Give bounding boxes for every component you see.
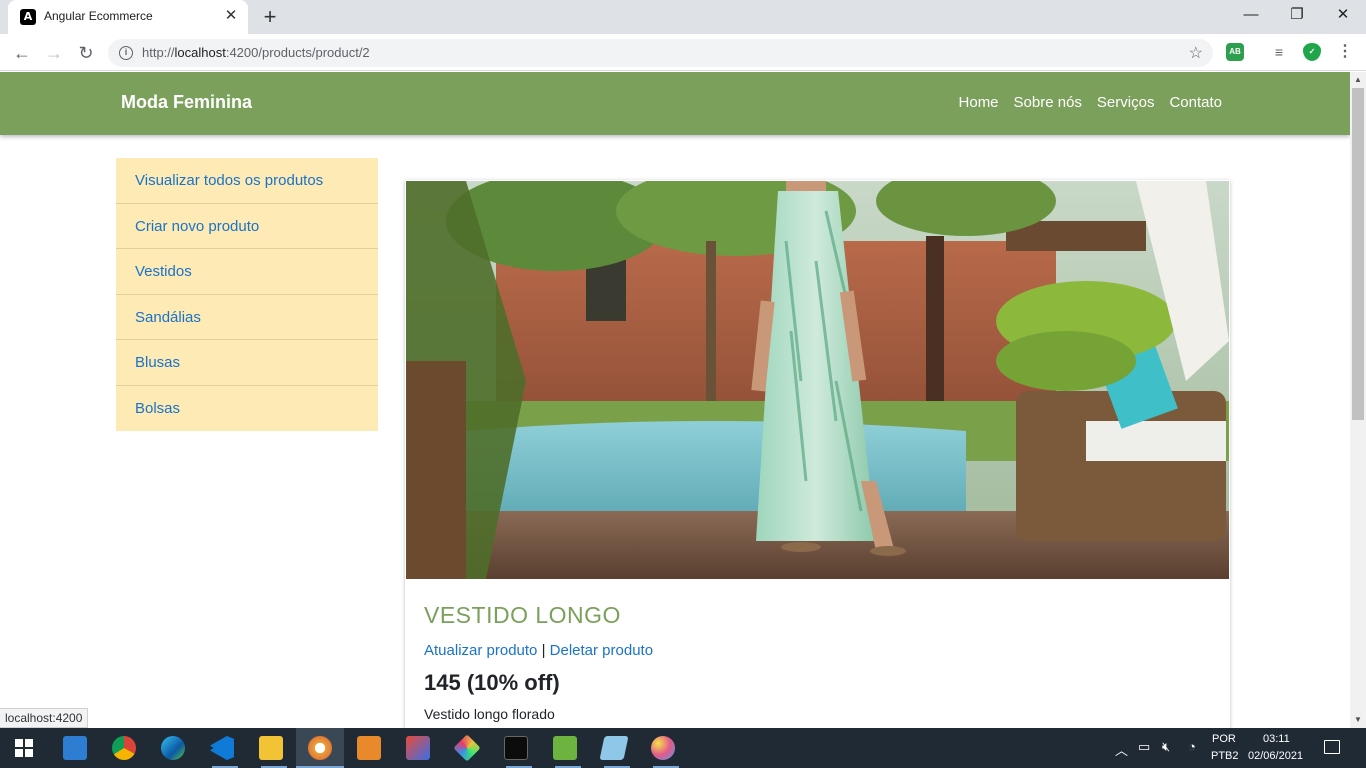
browser-tab[interactable]: A Angular Ecommerce ✕ — [8, 0, 248, 34]
browser-toolbar: ← → ↻ i http://localhost:4200/products/p… — [0, 34, 1366, 71]
close-tab-icon[interactable]: ✕ — [222, 7, 240, 25]
delete-product-link[interactable]: Deletar produto — [550, 642, 653, 659]
category-sidebar: Visualizar todos os produtos Criar novo … — [116, 158, 378, 431]
url-text[interactable]: http://localhost:4200/products/product/2 — [142, 45, 370, 60]
file-explorer-icon[interactable] — [259, 736, 283, 760]
media-control-icon[interactable]: ≡ — [1270, 43, 1288, 61]
scroll-up-icon[interactable]: ▲ — [1350, 72, 1366, 88]
maximize-button[interactable]: ❐ — [1274, 0, 1320, 30]
site-navbar: Moda Feminina Home Sobre nós Serviços Co… — [0, 72, 1350, 135]
notification-icon[interactable] — [1324, 740, 1340, 754]
info-icon[interactable]: i — [119, 46, 133, 60]
clock-date[interactable]: 02/06/2021 — [1248, 750, 1303, 762]
wifi-icon[interactable]: ◔ — [1188, 739, 1196, 754]
back-icon[interactable]: ← — [9, 40, 35, 66]
new-tab-button[interactable]: + — [258, 5, 282, 29]
screenshot-app-icon[interactable] — [63, 736, 87, 760]
edge-icon[interactable] — [161, 736, 185, 760]
vscode-icon[interactable] — [210, 736, 234, 760]
sidebar-item-all-products[interactable]: Visualizar todos os produtos — [116, 158, 378, 204]
product-image — [406, 181, 1229, 579]
windows-start-icon[interactable] — [14, 738, 34, 758]
notepad-plus-icon[interactable] — [553, 736, 577, 760]
product-description: Vestido longo florado — [424, 706, 555, 722]
page-scrollbar[interactable]: ▲ ▼ — [1350, 72, 1366, 728]
reload-icon[interactable]: ↻ — [73, 40, 99, 66]
sidebar-item-create-product[interactable]: Criar novo produto — [116, 204, 378, 249]
sidebar-item-blouses[interactable]: Blusas — [116, 340, 378, 386]
paint-icon[interactable] — [651, 736, 675, 760]
scroll-thumb[interactable] — [1352, 88, 1364, 420]
product-actions: Atualizar produto | Deletar produto — [424, 642, 653, 659]
product-card: VESTIDO LONGO Atualizar produto | Deleta… — [405, 180, 1230, 728]
nav-link-services[interactable]: Serviços — [1097, 94, 1155, 111]
product-price: 145 (10% off) — [424, 670, 560, 695]
sidebar-item-sandals[interactable]: Sandálias — [116, 295, 378, 340]
input-language[interactable]: POR — [1212, 733, 1236, 745]
nav-link-contact[interactable]: Contato — [1169, 94, 1222, 111]
sidebar-item-bags[interactable]: Bolsas — [116, 386, 378, 432]
tray-expand-icon[interactable]: ︿ — [1115, 740, 1128, 759]
clock-time[interactable]: 03:11 — [1263, 733, 1290, 745]
window-close-button[interactable]: ✕ — [1320, 0, 1366, 30]
keyboard-layout[interactable]: PTB2 — [1211, 750, 1239, 762]
chrome-icon[interactable] — [112, 736, 136, 760]
update-product-link[interactable]: Atualizar produto — [424, 642, 537, 659]
browser-app-icon[interactable] — [308, 736, 332, 760]
browser-tab-bar: A Angular Ecommerce ✕ + — ❐ ✕ — [0, 0, 1366, 34]
product-title: VESTIDO LONGO — [424, 602, 621, 628]
adblock-extension-icon[interactable]: AB — [1226, 43, 1244, 61]
git-tool-icon[interactable] — [406, 736, 430, 760]
shield-extension-icon[interactable]: ✓ — [1303, 43, 1321, 61]
actions-separator: | — [541, 642, 546, 659]
battery-icon[interactable]: ▭ — [1138, 739, 1150, 755]
angular-icon: A — [20, 9, 36, 25]
windows-taskbar: ︿ ▭ 🔇︎ ◔ POR PTB2 03:11 02/06/2021 — [0, 728, 1366, 768]
editor-icon[interactable] — [599, 736, 629, 760]
minimize-button[interactable]: — — [1228, 0, 1274, 30]
site-brand[interactable]: Moda Feminina — [121, 92, 252, 113]
media-player-icon[interactable] — [357, 736, 381, 760]
page-viewport: Moda Feminina Home Sobre nós Serviços Co… — [0, 72, 1350, 728]
scroll-down-icon[interactable]: ▼ — [1350, 712, 1366, 728]
link-status-bubble: localhost:4200 — [0, 708, 89, 728]
tab-title: Angular Ecommerce — [44, 9, 153, 23]
nav-link-home[interactable]: Home — [959, 94, 999, 111]
volume-muted-icon[interactable]: 🔇︎ — [1162, 739, 1170, 755]
sidebar-item-dresses[interactable]: Vestidos — [116, 249, 378, 295]
menu-dots-icon[interactable]: ⋮ — [1336, 43, 1354, 61]
bookmark-star-icon[interactable]: ☆ — [1189, 43, 1203, 63]
nav-link-about[interactable]: Sobre nós — [1014, 94, 1082, 111]
terminal-icon[interactable] — [504, 736, 528, 760]
sourcetree-icon[interactable] — [453, 734, 481, 762]
forward-icon[interactable]: → — [41, 40, 67, 66]
nav-links: Home Sobre nós Serviços Contato — [959, 94, 1222, 111]
address-bar[interactable]: i http://localhost:4200/products/product… — [108, 39, 1213, 67]
